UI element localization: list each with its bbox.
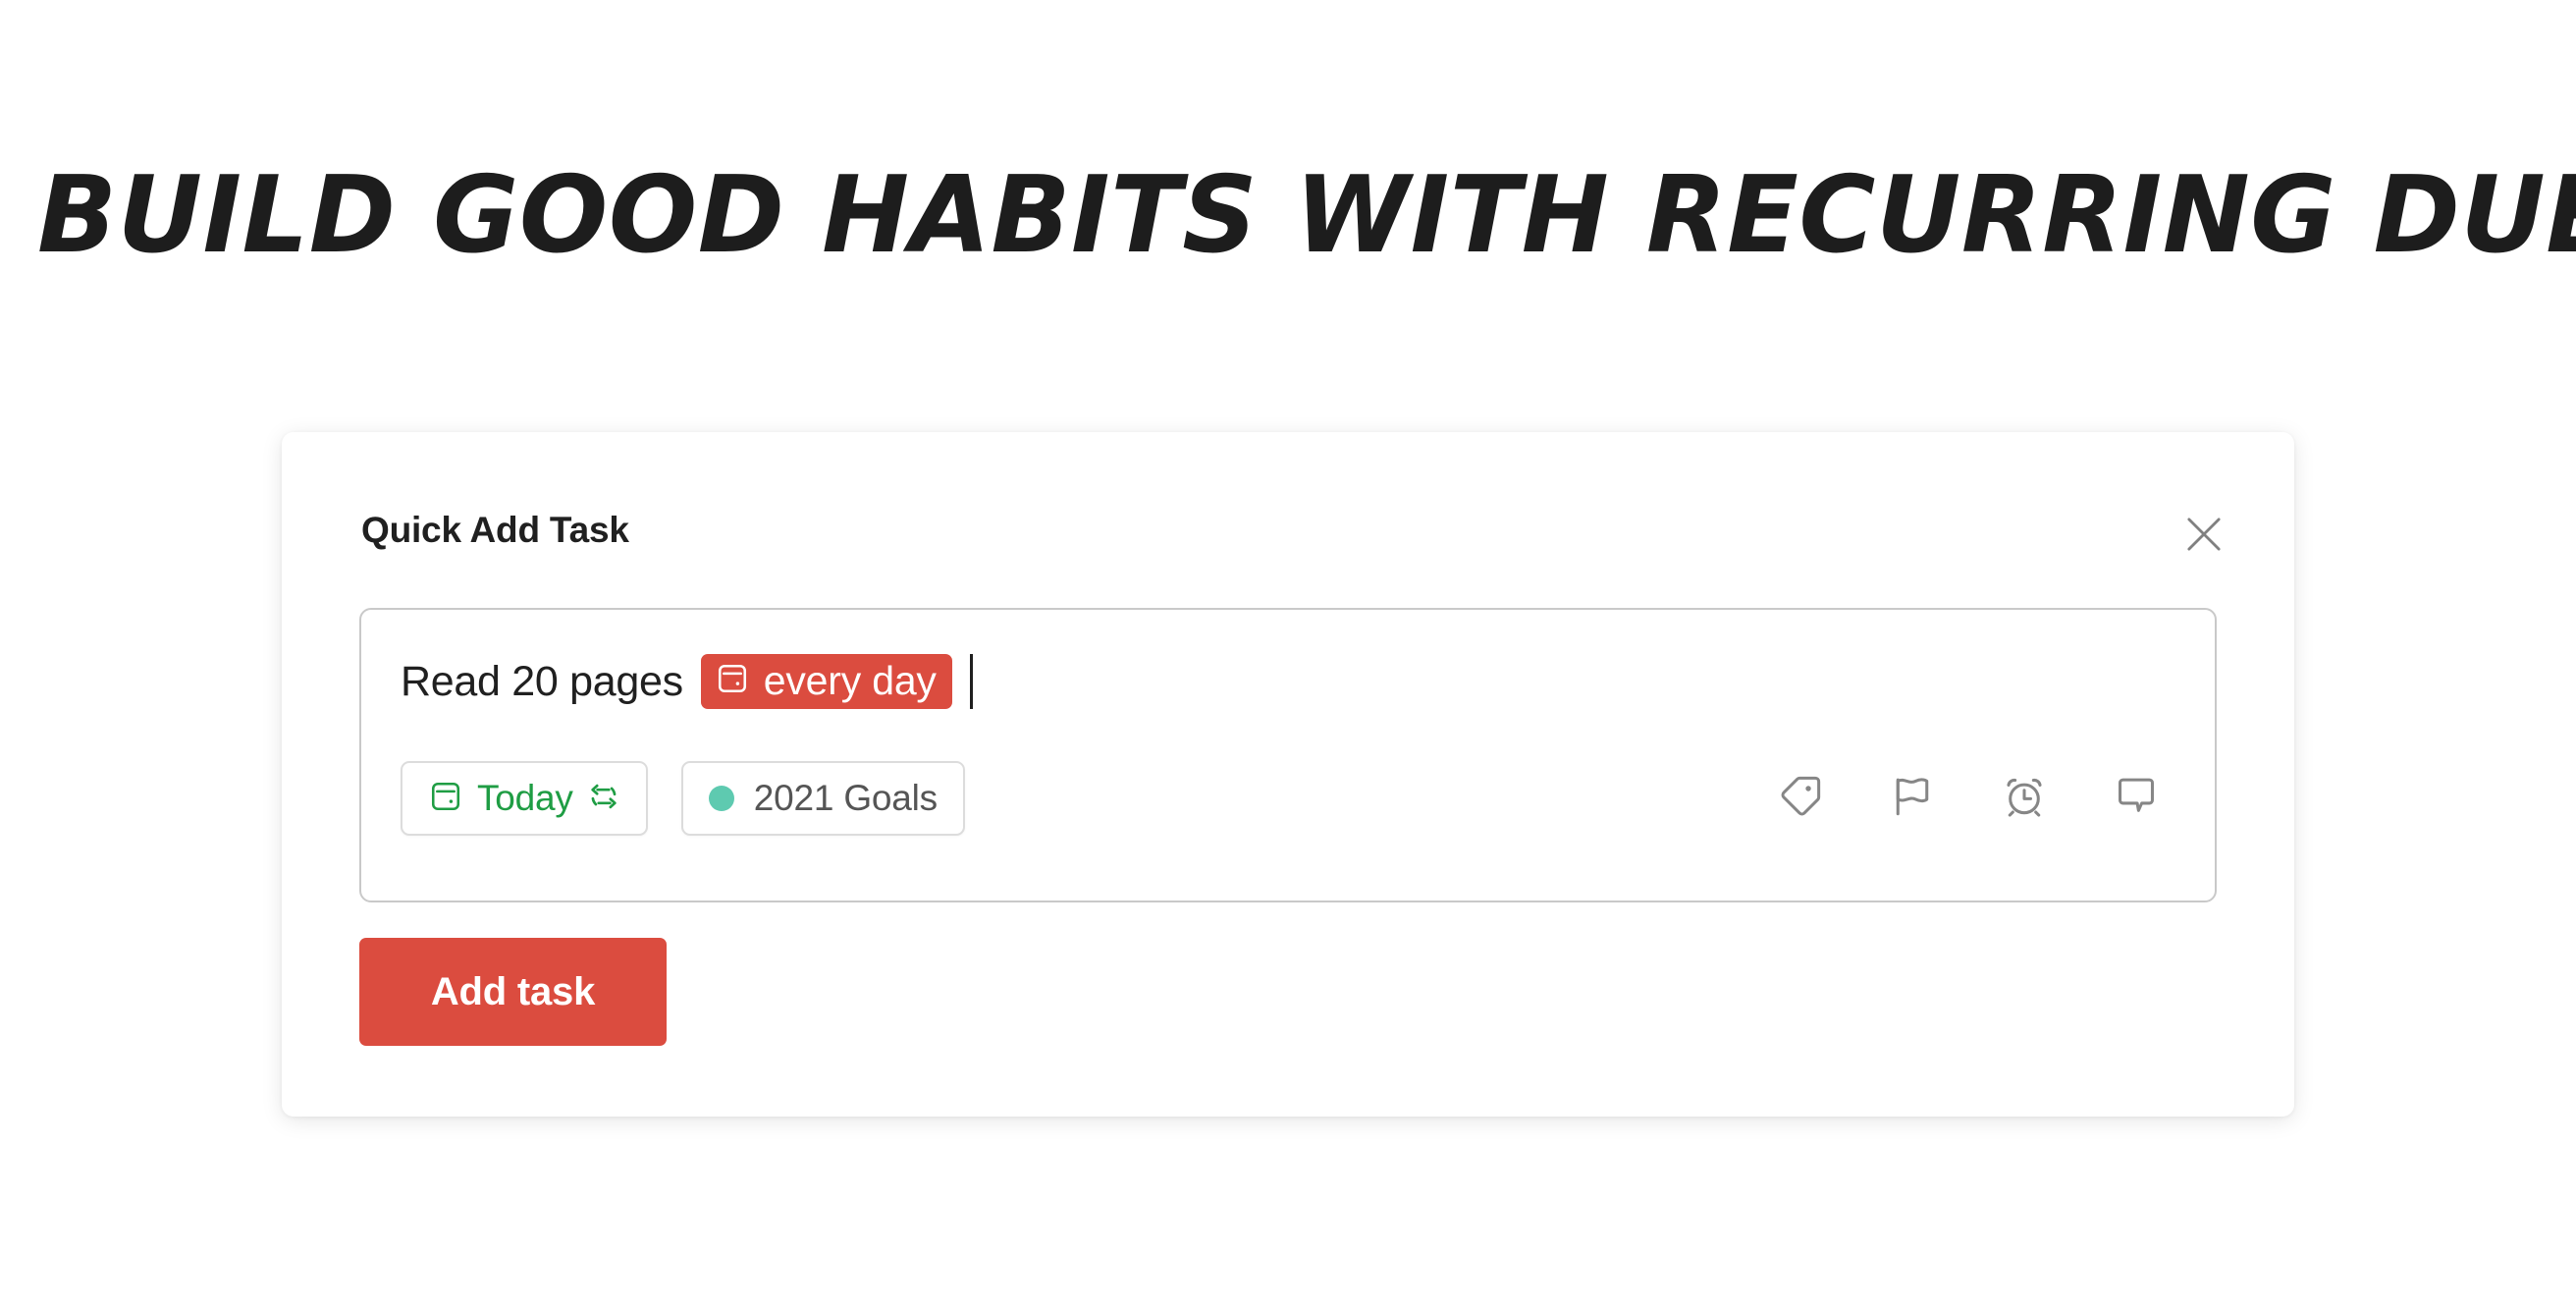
calendar-icon: [715, 661, 750, 701]
task-text-line[interactable]: Read 20 pages every day: [401, 649, 973, 714]
task-text: Read 20 pages: [401, 658, 683, 705]
recurrence-chip-label: every day: [763, 658, 937, 703]
alarm-clock-icon: [1999, 771, 2050, 827]
task-input-box[interactable]: Read 20 pages every day Today 2021 Goals: [359, 608, 2217, 902]
calendar-icon: [428, 779, 463, 819]
priority-button[interactable]: [1883, 769, 1942, 828]
project-label: 2021 Goals: [753, 778, 938, 818]
add-task-button[interactable]: Add task: [359, 938, 667, 1046]
text-caret: [969, 654, 973, 709]
card-header: Quick Add Task: [361, 509, 2235, 568]
comment-button[interactable]: [2107, 769, 2166, 828]
close-button[interactable]: [2173, 503, 2235, 566]
card-title: Quick Add Task: [361, 510, 629, 550]
flag-icon: [1887, 771, 1938, 827]
task-meta-row: Today 2021 Goals: [401, 757, 2179, 840]
due-date-pill[interactable]: Today: [401, 761, 648, 836]
reminder-button[interactable]: [1995, 769, 2054, 828]
comment-icon: [2111, 771, 2162, 827]
repeat-icon: [587, 780, 620, 818]
task-action-icons: [1771, 769, 2179, 828]
page-title: Build good habits with recurring due dat…: [37, 154, 2576, 277]
project-dot-icon: [708, 786, 734, 811]
label-button[interactable]: [1771, 769, 1830, 828]
due-date-label: Today: [477, 778, 573, 818]
project-pill[interactable]: 2021 Goals: [680, 761, 965, 836]
label-icon: [1775, 771, 1826, 827]
recurrence-chip[interactable]: every day: [700, 654, 952, 709]
close-icon: [2178, 509, 2229, 560]
